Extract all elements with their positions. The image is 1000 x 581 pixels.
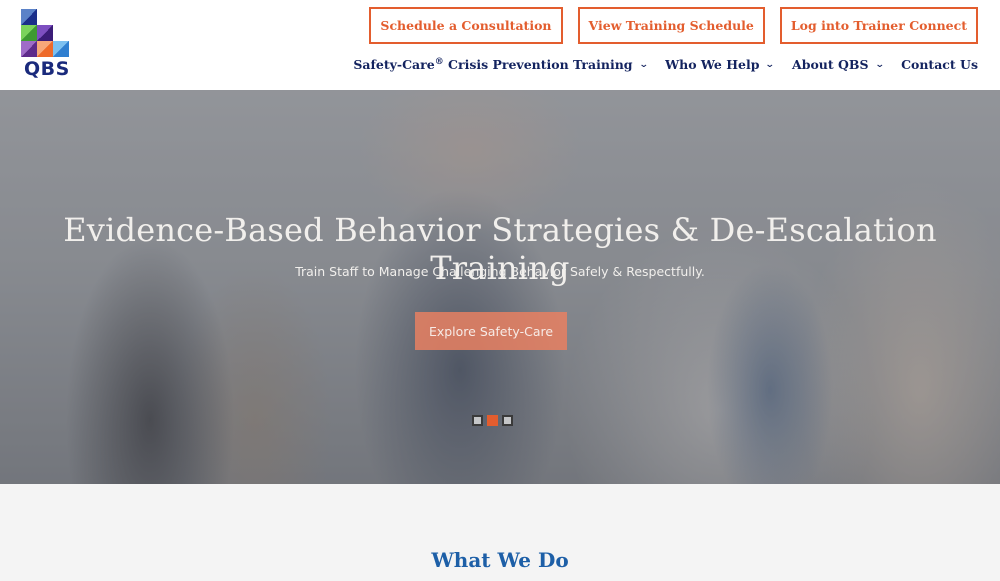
schedule-consultation-button[interactable]: Schedule a Consultation: [369, 7, 563, 44]
view-training-schedule-button[interactable]: View Training Schedule: [577, 7, 765, 44]
slide-dot-2[interactable]: [487, 415, 498, 426]
main-nav: Safety-Care® Crisis Prevention Training …: [353, 57, 978, 72]
nav-item-label: About QBS: [792, 57, 869, 72]
hero-slider: Evidence-Based Behavior Strategies & De-…: [0, 90, 1000, 484]
slide-dot-1[interactable]: [472, 415, 483, 426]
nav-item-label: Contact Us: [901, 57, 978, 72]
cta-button-group: Schedule a Consultation View Training Sc…: [369, 7, 978, 44]
slide-dot-3[interactable]: [502, 415, 513, 426]
section-title: What We Do: [431, 548, 569, 572]
hero-subtitle: Train Staff to Manage Challenging Behavi…: [295, 264, 705, 279]
nav-item-about-qbs[interactable]: About QBS ⌄: [792, 57, 885, 72]
site-header: QBS Schedule a Consultation View Trainin…: [0, 0, 1000, 90]
what-we-do-section: What We Do: [0, 484, 1000, 581]
nav-item-safety-care[interactable]: Safety-Care® Crisis Prevention Training …: [353, 57, 649, 72]
logo-mark-icon: [21, 9, 69, 57]
explore-safety-care-button[interactable]: Explore Safety-Care: [415, 312, 567, 350]
logo-text: QBS: [24, 58, 70, 80]
nav-item-contact-us[interactable]: Contact Us: [901, 57, 978, 72]
nav-item-label: Safety-Care® Crisis Prevention Training: [353, 57, 633, 72]
chevron-down-icon: ⌄: [765, 59, 776, 70]
nav-item-who-we-help[interactable]: Who We Help ⌄: [665, 57, 776, 72]
chevron-down-icon: ⌄: [638, 59, 649, 70]
chevron-down-icon: ⌄: [874, 59, 885, 70]
trainer-connect-login-button[interactable]: Log into Trainer Connect: [779, 7, 978, 44]
slider-pagination: [472, 415, 513, 426]
nav-item-label: Who We Help: [665, 57, 760, 72]
qbs-logo[interactable]: QBS: [21, 9, 71, 80]
